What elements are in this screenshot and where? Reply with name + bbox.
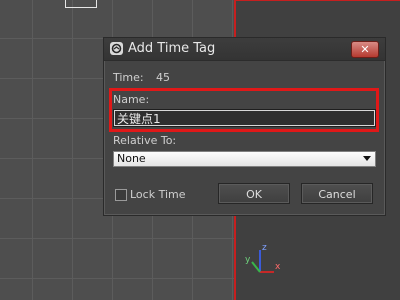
annotation-highlight [109, 88, 379, 132]
relative-to-label: Relative To: [113, 134, 177, 147]
dialog-titlebar[interactable]: Add Time Tag ✕ [104, 38, 385, 61]
relative-to-dropdown[interactable]: None [113, 151, 376, 167]
gizmo-z-label: z [262, 243, 267, 253]
ok-button[interactable]: OK [218, 183, 290, 204]
lock-time-checkbox[interactable] [115, 189, 127, 201]
gizmo-x-label: x [275, 262, 281, 272]
add-time-tag-dialog: Add Time Tag ✕ Time: 45 Name: 关键点1 Relat… [103, 37, 386, 216]
cancel-button[interactable]: Cancel [301, 183, 373, 204]
relative-to-value: None [117, 152, 146, 165]
viewport-border-top [236, 0, 400, 1]
close-button[interactable]: ✕ [351, 41, 379, 58]
dialog-title: Add Time Tag [128, 41, 216, 56]
lock-time-label[interactable]: Lock Time [130, 188, 186, 201]
time-label: Time: [113, 71, 144, 84]
3dsmax-logo-icon [110, 42, 123, 55]
close-icon: ✕ [360, 43, 370, 56]
gizmo-y-label: y [245, 255, 251, 265]
axis-gizmo: z x y [245, 243, 281, 273]
chevron-down-icon [363, 156, 371, 161]
time-value: 45 [156, 71, 170, 84]
selection-box [65, 0, 97, 8]
